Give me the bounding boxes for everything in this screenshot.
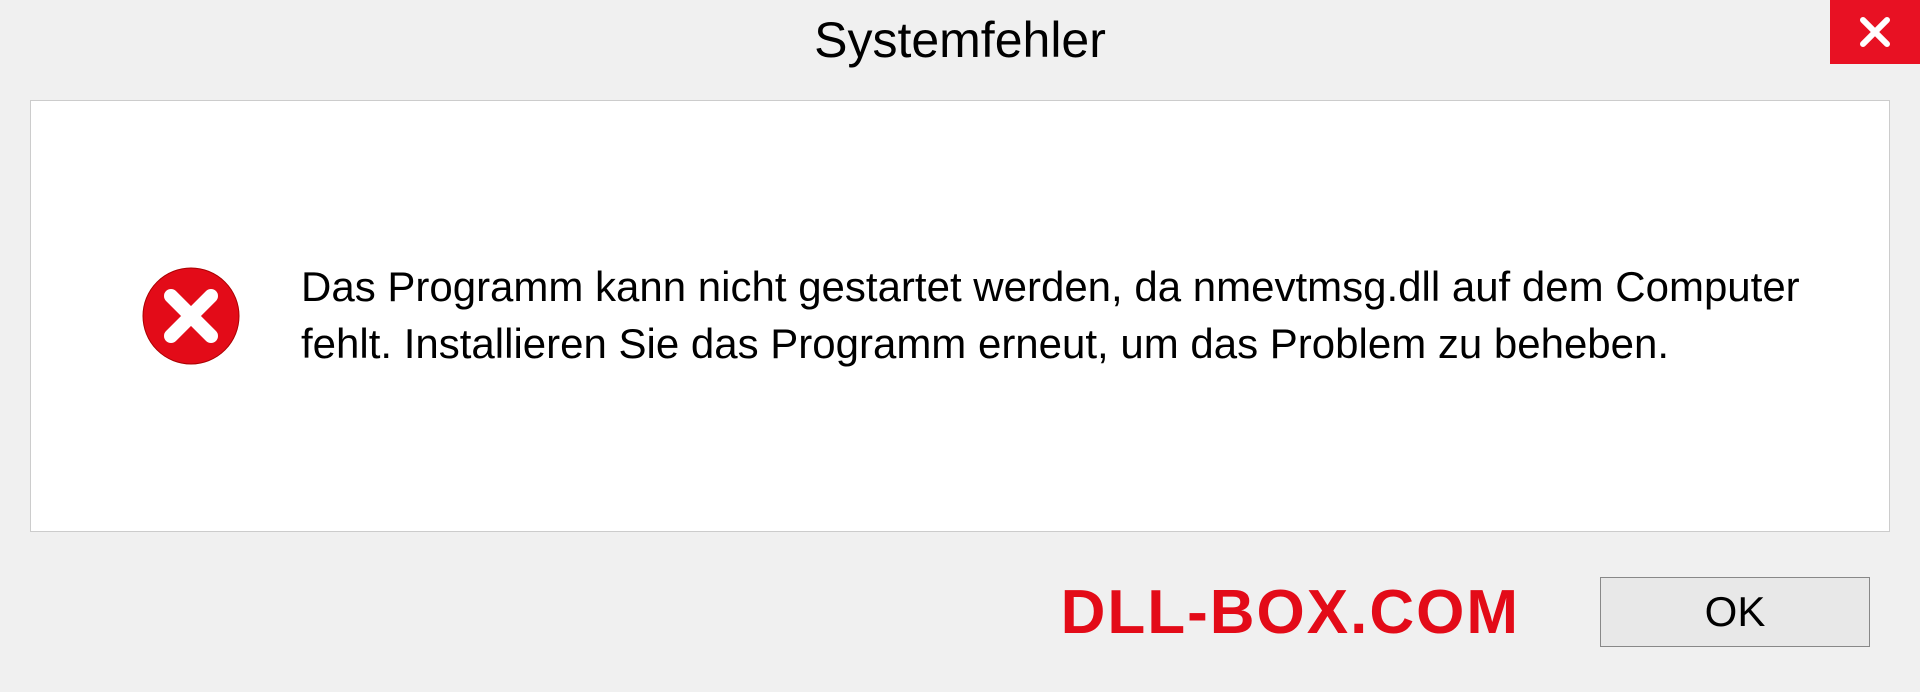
watermark-text: DLL-BOX.COM (1061, 577, 1520, 648)
error-icon (141, 266, 241, 366)
titlebar: Systemfehler (0, 0, 1920, 80)
close-button[interactable] (1830, 0, 1920, 64)
close-icon (1857, 14, 1893, 50)
ok-button[interactable]: OK (1600, 577, 1870, 647)
dialog-content: Das Programm kann nicht gestartet werden… (30, 100, 1890, 532)
dialog-title: Systemfehler (814, 11, 1106, 69)
error-dialog: Systemfehler Das Programm kann nicht ges… (0, 0, 1920, 692)
error-message: Das Programm kann nicht gestartet werden… (301, 259, 1829, 372)
dialog-footer: DLL-BOX.COM OK (0, 532, 1920, 692)
